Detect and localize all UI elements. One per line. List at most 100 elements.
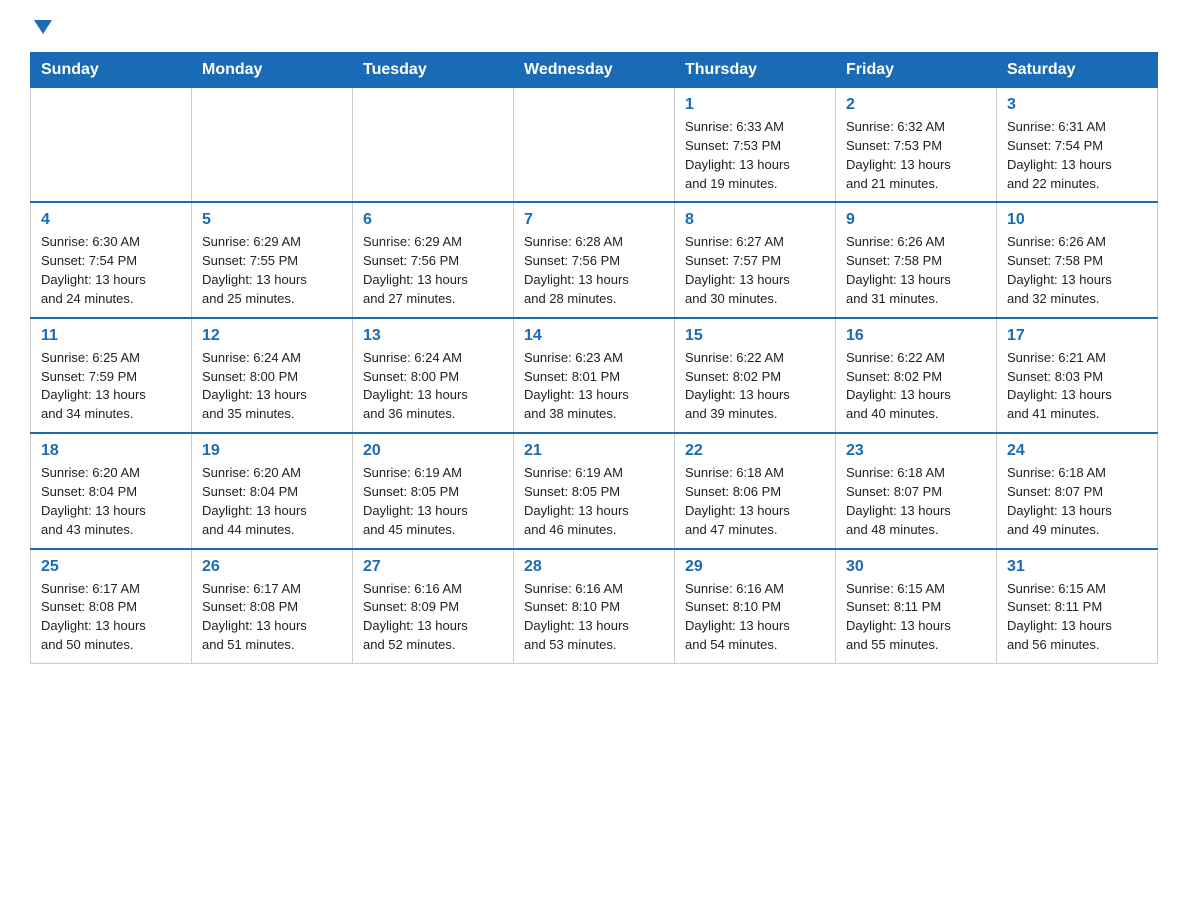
calendar-cell: 8 Sunrise: 6:27 AM Sunset: 7:57 PM Daylig…	[675, 202, 836, 317]
day-of-week-monday: Monday	[192, 53, 353, 88]
calendar-cell: 16Sunrise: 6:22 AM Sunset: 8:02 PM Dayli…	[836, 318, 997, 433]
calendar-cell: 12 Sunrise: 6:24 AM Sunset: 8:00 PM Dayli…	[192, 318, 353, 433]
day-number: 15	[685, 327, 825, 345]
calendar-cell: 11 Sunrise: 6:25 AM Sunset: 7:59 PM Dayli…	[31, 318, 192, 433]
day-of-week-friday: Friday	[836, 53, 997, 88]
calendar-cell: 26 Sunrise: 6:17 AM Sunset: 8:08 PM Dayli…	[192, 549, 353, 664]
calendar-cell: 18 Sunrise: 6:20 AM Sunset: 8:04 PM Dayli…	[31, 433, 192, 548]
day-number: 1	[685, 96, 825, 114]
day-number: 12	[202, 327, 342, 345]
day-number: 5	[202, 211, 342, 229]
day-info: Sunrise: 6:20 AM Sunset: 8:04 PM Dayligh…	[202, 464, 342, 539]
day-number: 28	[524, 558, 664, 576]
calendar-cell: 21Sunrise: 6:19 AM Sunset: 8:05 PM Dayli…	[514, 433, 675, 548]
day-of-week-saturday: Saturday	[997, 53, 1158, 88]
day-info: Sunrise: 6:29 AM Sunset: 7:55 PM Dayligh…	[202, 233, 342, 308]
day-info: Sunrise: 6:24 AM Sunset: 8:00 PM Dayligh…	[363, 349, 503, 424]
day-number: 8	[685, 211, 825, 229]
day-number: 26	[202, 558, 342, 576]
day-number: 17	[1007, 327, 1147, 345]
day-info: Sunrise: 6:16 AM Sunset: 8:10 PM Dayligh…	[685, 580, 825, 655]
calendar: SundayMondayTuesdayWednesdayThursdayFrid…	[30, 52, 1158, 664]
day-of-week-wednesday: Wednesday	[514, 53, 675, 88]
calendar-week-row: 1 Sunrise: 6:33 AM Sunset: 7:53 PM Daylig…	[31, 88, 1158, 203]
calendar-cell	[31, 88, 192, 203]
calendar-cell: 13Sunrise: 6:24 AM Sunset: 8:00 PM Dayli…	[353, 318, 514, 433]
day-number: 31	[1007, 558, 1147, 576]
day-info: Sunrise: 6:20 AM Sunset: 8:04 PM Dayligh…	[41, 464, 181, 539]
day-of-week-tuesday: Tuesday	[353, 53, 514, 88]
day-number: 29	[685, 558, 825, 576]
day-info: Sunrise: 6:27 AM Sunset: 7:57 PM Dayligh…	[685, 233, 825, 308]
day-info: Sunrise: 6:17 AM Sunset: 8:08 PM Dayligh…	[41, 580, 181, 655]
day-info: Sunrise: 6:28 AM Sunset: 7:56 PM Dayligh…	[524, 233, 664, 308]
day-of-week-sunday: Sunday	[31, 53, 192, 88]
calendar-cell	[192, 88, 353, 203]
calendar-cell: 25 Sunrise: 6:17 AM Sunset: 8:08 PM Dayli…	[31, 549, 192, 664]
calendar-cell: 10 Sunrise: 6:26 AM Sunset: 7:58 PM Dayli…	[997, 202, 1158, 317]
calendar-cell	[514, 88, 675, 203]
calendar-week-row: 11 Sunrise: 6:25 AM Sunset: 7:59 PM Dayli…	[31, 318, 1158, 433]
day-of-week-thursday: Thursday	[675, 53, 836, 88]
day-number: 10	[1007, 211, 1147, 229]
day-info: Sunrise: 6:32 AM Sunset: 7:53 PM Dayligh…	[846, 118, 986, 193]
day-number: 7	[524, 211, 664, 229]
day-info: Sunrise: 6:16 AM Sunset: 8:09 PM Dayligh…	[363, 580, 503, 655]
day-info: Sunrise: 6:26 AM Sunset: 7:58 PM Dayligh…	[1007, 233, 1147, 308]
calendar-cell: 6Sunrise: 6:29 AM Sunset: 7:56 PM Daylig…	[353, 202, 514, 317]
day-number: 22	[685, 442, 825, 460]
day-info: Sunrise: 6:18 AM Sunset: 8:06 PM Dayligh…	[685, 464, 825, 539]
logo	[30, 20, 52, 36]
day-info: Sunrise: 6:18 AM Sunset: 8:07 PM Dayligh…	[1007, 464, 1147, 539]
calendar-cell: 27 Sunrise: 6:16 AM Sunset: 8:09 PM Dayli…	[353, 549, 514, 664]
calendar-cell: 24 Sunrise: 6:18 AM Sunset: 8:07 PM Dayli…	[997, 433, 1158, 548]
calendar-cell: 1 Sunrise: 6:33 AM Sunset: 7:53 PM Daylig…	[675, 88, 836, 203]
day-number: 19	[202, 442, 342, 460]
calendar-cell: 15Sunrise: 6:22 AM Sunset: 8:02 PM Dayli…	[675, 318, 836, 433]
day-info: Sunrise: 6:26 AM Sunset: 7:58 PM Dayligh…	[846, 233, 986, 308]
day-info: Sunrise: 6:24 AM Sunset: 8:00 PM Dayligh…	[202, 349, 342, 424]
calendar-cell: 9 Sunrise: 6:26 AM Sunset: 7:58 PM Daylig…	[836, 202, 997, 317]
day-info: Sunrise: 6:25 AM Sunset: 7:59 PM Dayligh…	[41, 349, 181, 424]
calendar-cell: 2Sunrise: 6:32 AM Sunset: 7:53 PM Daylig…	[836, 88, 997, 203]
day-info: Sunrise: 6:19 AM Sunset: 8:05 PM Dayligh…	[524, 464, 664, 539]
day-number: 11	[41, 327, 181, 345]
day-info: Sunrise: 6:30 AM Sunset: 7:54 PM Dayligh…	[41, 233, 181, 308]
day-info: Sunrise: 6:31 AM Sunset: 7:54 PM Dayligh…	[1007, 118, 1147, 193]
calendar-cell: 19 Sunrise: 6:20 AM Sunset: 8:04 PM Dayli…	[192, 433, 353, 548]
calendar-cell: 5 Sunrise: 6:29 AM Sunset: 7:55 PM Daylig…	[192, 202, 353, 317]
day-number: 9	[846, 211, 986, 229]
day-info: Sunrise: 6:29 AM Sunset: 7:56 PM Dayligh…	[363, 233, 503, 308]
day-number: 20	[363, 442, 503, 460]
day-info: Sunrise: 6:18 AM Sunset: 8:07 PM Dayligh…	[846, 464, 986, 539]
day-info: Sunrise: 6:15 AM Sunset: 8:11 PM Dayligh…	[1007, 580, 1147, 655]
day-info: Sunrise: 6:15 AM Sunset: 8:11 PM Dayligh…	[846, 580, 986, 655]
day-number: 30	[846, 558, 986, 576]
calendar-cell: 3 Sunrise: 6:31 AM Sunset: 7:54 PM Daylig…	[997, 88, 1158, 203]
calendar-cell: 4 Sunrise: 6:30 AM Sunset: 7:54 PM Daylig…	[31, 202, 192, 317]
day-number: 18	[41, 442, 181, 460]
day-info: Sunrise: 6:33 AM Sunset: 7:53 PM Dayligh…	[685, 118, 825, 193]
day-number: 4	[41, 211, 181, 229]
calendar-cell: 31 Sunrise: 6:15 AM Sunset: 8:11 PM Dayli…	[997, 549, 1158, 664]
calendar-cell: 28 Sunrise: 6:16 AM Sunset: 8:10 PM Dayli…	[514, 549, 675, 664]
day-info: Sunrise: 6:17 AM Sunset: 8:08 PM Dayligh…	[202, 580, 342, 655]
calendar-header-row: SundayMondayTuesdayWednesdayThursdayFrid…	[31, 53, 1158, 88]
day-number: 23	[846, 442, 986, 460]
day-number: 16	[846, 327, 986, 345]
day-info: Sunrise: 6:16 AM Sunset: 8:10 PM Dayligh…	[524, 580, 664, 655]
calendar-cell: 7 Sunrise: 6:28 AM Sunset: 7:56 PM Daylig…	[514, 202, 675, 317]
calendar-cell: 29 Sunrise: 6:16 AM Sunset: 8:10 PM Dayli…	[675, 549, 836, 664]
calendar-cell: 14Sunrise: 6:23 AM Sunset: 8:01 PM Dayli…	[514, 318, 675, 433]
day-number: 3	[1007, 96, 1147, 114]
day-number: 27	[363, 558, 503, 576]
calendar-cell	[353, 88, 514, 203]
calendar-cell: 22 Sunrise: 6:18 AM Sunset: 8:06 PM Dayli…	[675, 433, 836, 548]
calendar-cell: 30 Sunrise: 6:15 AM Sunset: 8:11 PM Dayli…	[836, 549, 997, 664]
day-info: Sunrise: 6:21 AM Sunset: 8:03 PM Dayligh…	[1007, 349, 1147, 424]
day-info: Sunrise: 6:23 AM Sunset: 8:01 PM Dayligh…	[524, 349, 664, 424]
calendar-week-row: 4 Sunrise: 6:30 AM Sunset: 7:54 PM Daylig…	[31, 202, 1158, 317]
day-number: 24	[1007, 442, 1147, 460]
header	[30, 20, 1158, 36]
day-number: 25	[41, 558, 181, 576]
